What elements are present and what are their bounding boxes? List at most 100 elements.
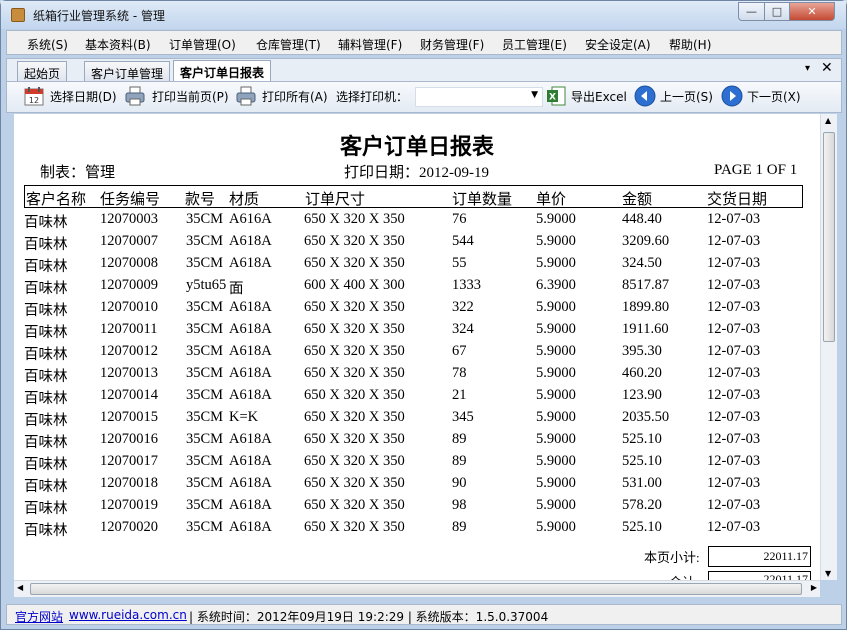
cell-size: 650 X 320 X 350 [304, 497, 405, 513]
menu-materials-management[interactable]: 辅料管理(F) [338, 36, 402, 53]
cell-material: 面 [229, 281, 244, 297]
cell-delivery-date: 12-07-03 [707, 387, 761, 403]
tab-start-page[interactable]: 起始页 [17, 61, 68, 82]
next-page-button[interactable]: 下一页(X) [747, 88, 801, 105]
cell-customer: 百味林 [24, 259, 68, 275]
title-bar[interactable]: 纸箱行业管理系统 - 管理 — □ ✕ [1, 1, 846, 29]
cell-customer: 百味林 [24, 479, 68, 495]
menu-security-settings[interactable]: 安全设定(A) [585, 36, 651, 53]
cell-task-no: 12070003 [100, 211, 158, 227]
cell-unit-price: 5.9000 [536, 321, 576, 337]
cell-size: 650 X 320 X 350 [304, 321, 405, 337]
table-row: 百味林 12070007 35CM A618A 650 X 320 X 350 544 5.… [14, 231, 820, 253]
menu-help[interactable]: 帮助(H) [669, 36, 711, 53]
cell-delivery-date: 12-07-03 [707, 519, 761, 535]
arrow-left-icon[interactable] [634, 85, 656, 107]
cell-size: 650 X 320 X 350 [304, 519, 405, 535]
scroll-left-icon[interactable]: ◀ [17, 583, 23, 592]
table-row: 百味林 12070018 35CM A618A 650 X 320 X 350 90 5.9… [14, 473, 820, 495]
calendar-icon[interactable]: 12 [23, 85, 45, 107]
cell-customer: 百味林 [24, 435, 68, 451]
cell-size: 650 X 320 X 350 [304, 233, 405, 249]
cell-delivery-date: 12-07-03 [707, 431, 761, 447]
cell-customer: 百味林 [24, 347, 68, 363]
cell-amount: 2035.50 [622, 409, 670, 425]
header-amount: 金额 [622, 192, 653, 208]
cell-customer: 百味林 [24, 413, 68, 429]
tab-customer-orders[interactable]: 客户订单管理 [84, 61, 171, 82]
cell-task-no: 12070011 [100, 321, 158, 337]
select-date-button[interactable]: 选择日期(D) [50, 88, 117, 105]
printer-icon[interactable] [235, 85, 257, 107]
website-link-label[interactable]: 官方网站 [15, 608, 63, 625]
maximize-button[interactable]: □ [764, 2, 790, 21]
cell-quantity: 324 [452, 321, 474, 337]
cell-delivery-date: 12-07-03 [707, 497, 761, 513]
horizontal-scrollbar[interactable]: ◀ ▶ [14, 580, 820, 597]
cell-amount: 525.10 [622, 519, 662, 535]
cell-unit-price: 5.9000 [536, 519, 576, 535]
cell-size: 650 X 320 X 350 [304, 387, 405, 403]
menu-system[interactable]: 系统(S) [27, 36, 68, 53]
table-row: 百味林 12070011 35CM A618A 650 X 320 X 350 324 5.… [14, 319, 820, 341]
system-info: | 系统时间：2012年09月19日 19:2:29 | 系统版本：1.5.0.… [189, 610, 549, 624]
tab-customer-order-daily-report[interactable]: 客户订单日报表 [173, 60, 272, 82]
menu-finance-management[interactable]: 财务管理(F) [420, 36, 484, 53]
cell-amount: 531.00 [622, 475, 662, 491]
cell-quantity: 21 [452, 387, 467, 403]
excel-icon[interactable]: X [545, 85, 567, 107]
cell-task-no: 12070009 [100, 277, 158, 293]
header-unit-price: 单价 [536, 192, 567, 208]
cell-amount: 460.20 [622, 365, 662, 381]
tab-list-icon[interactable]: ▾ [805, 63, 810, 74]
prev-page-button[interactable]: 上一页(S) [660, 88, 713, 105]
cell-quantity: 89 [452, 519, 467, 535]
print-current-page-button[interactable]: 打印当前页(P) [152, 88, 229, 105]
cell-style: 35CM [186, 343, 224, 359]
vertical-scroll-thumb[interactable] [823, 132, 835, 342]
vertical-scrollbar[interactable]: ▲ ▼ [820, 114, 837, 580]
menu-basic-data[interactable]: 基本资料(B) [85, 36, 151, 53]
scroll-up-icon[interactable]: ▲ [825, 116, 831, 125]
minimize-button[interactable]: — [738, 2, 765, 21]
printer-select[interactable]: ▼ [415, 87, 543, 107]
cell-amount: 578.20 [622, 497, 662, 513]
cell-size: 650 X 320 X 350 [304, 431, 405, 447]
cell-quantity: 98 [452, 497, 467, 513]
cell-delivery-date: 12-07-03 [707, 211, 761, 227]
horizontal-scroll-thumb[interactable] [30, 583, 802, 595]
cell-delivery-date: 12-07-03 [707, 409, 761, 425]
tab-close-icon[interactable]: ✕ [821, 60, 833, 76]
report-table-header: 客户名称 任务编号 款号 材质 订单尺寸 订单数量 单价 金额 交货日期 [24, 185, 803, 208]
cell-quantity: 78 [452, 365, 467, 381]
cell-customer: 百味林 [24, 325, 68, 341]
cell-quantity: 90 [452, 475, 467, 491]
menu-warehouse-management[interactable]: 仓库管理(T) [256, 36, 321, 53]
app-icon [11, 8, 25, 22]
cell-quantity: 55 [452, 255, 467, 271]
menu-staff-management[interactable]: 员工管理(E) [502, 36, 567, 53]
total-value: 22011.17 [708, 571, 811, 580]
tab-bar: 起始页 客户订单管理 客户订单日报表 ▾ ✕ [6, 58, 842, 82]
cell-task-no: 12070012 [100, 343, 158, 359]
export-excel-button[interactable]: 导出Excel [571, 88, 627, 105]
scroll-down-icon[interactable]: ▼ [825, 569, 831, 578]
cell-style: 35CM [186, 453, 224, 469]
cell-size: 650 X 320 X 350 [304, 343, 405, 359]
cell-size: 650 X 320 X 350 [304, 475, 405, 491]
website-link[interactable]: www.rueida.com.cn [69, 608, 187, 622]
menu-order-management[interactable]: 订单管理(O) [169, 36, 236, 53]
cell-quantity: 89 [452, 431, 467, 447]
cell-customer: 百味林 [24, 303, 68, 319]
arrow-right-icon[interactable] [721, 85, 743, 107]
cell-customer: 百味林 [24, 215, 68, 231]
scroll-right-icon[interactable]: ▶ [811, 583, 817, 592]
cell-style: 35CM [186, 299, 224, 315]
chevron-down-icon[interactable]: ▼ [531, 90, 538, 100]
close-button[interactable]: ✕ [789, 2, 835, 21]
printer-icon[interactable] [124, 85, 146, 107]
cell-task-no: 12070020 [100, 519, 158, 535]
cell-style: 35CM [186, 255, 224, 271]
cell-material: A618A [229, 365, 272, 381]
print-all-button[interactable]: 打印所有(A) [262, 88, 328, 105]
